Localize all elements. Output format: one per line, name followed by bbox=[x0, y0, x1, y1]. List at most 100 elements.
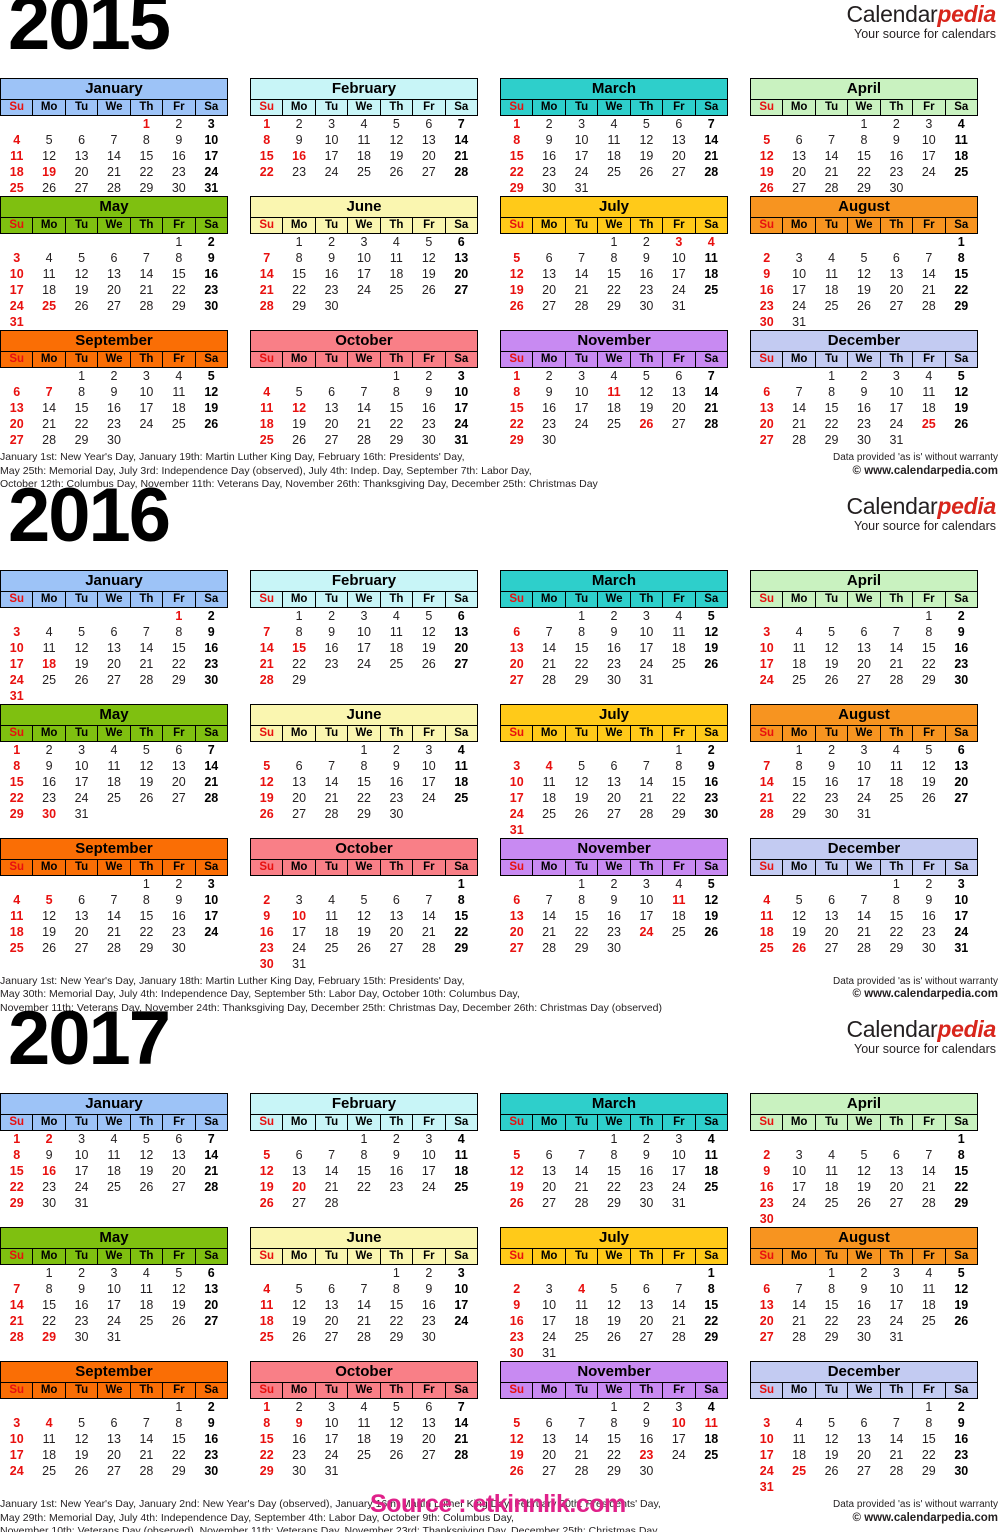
weekday-header-th: Th bbox=[379, 1114, 414, 1131]
day-cell: 20 bbox=[445, 266, 478, 282]
day-cell: 29 bbox=[282, 671, 316, 688]
day-cell-empty bbox=[695, 298, 728, 314]
day-cell: 22 bbox=[945, 282, 978, 298]
day-cell: 7 bbox=[662, 1281, 696, 1297]
day-cell-empty bbox=[912, 1479, 946, 1495]
day-cell: 30 bbox=[630, 1463, 663, 1479]
weekday-header-su: Su bbox=[749, 1114, 784, 1131]
week-row: 28 29 bbox=[250, 671, 478, 688]
weekday-header-su: Su bbox=[249, 217, 284, 234]
copyright-text[interactable]: © www.calendarpedia.com bbox=[833, 1512, 998, 1526]
weekday-header-sa: Sa bbox=[944, 99, 979, 116]
weekday-header-su: Su bbox=[249, 1114, 284, 1131]
weekday-header-fr: Fr bbox=[412, 858, 446, 876]
day-cell: 7 bbox=[445, 1398, 478, 1415]
day-cell: 25 bbox=[880, 789, 913, 806]
day-cell: 7 bbox=[750, 757, 783, 774]
week-row: 1234567 bbox=[0, 741, 228, 758]
day-cell: 17 bbox=[195, 148, 228, 164]
month-cell: January Su Mo Tu We Th Fr Sa 1 2 3 4 5 6 7 8 9 10 11 12 13 1… bbox=[0, 78, 250, 196]
day-cell: 9 bbox=[412, 1281, 446, 1297]
month-table-may: May Su Mo Tu We Th Fr Sa 1 2 3 4 5 6 7 8 9 10 11 12 13 14 15 1… bbox=[0, 1227, 229, 1345]
month-cell: March Su Mo Tu We Th Fr Sa 1 2 3 4 5 6 7 8 9 10 11 12 13 14 1… bbox=[499, 1093, 750, 1227]
day-cell: 15 bbox=[282, 266, 316, 282]
day-cell: 27 bbox=[315, 1329, 348, 1345]
month-table-april: April Su Mo Tu We Th Fr Sa 1 2 3 4 5 6 7 8 9 10 11 12 13 14 1… bbox=[749, 569, 979, 688]
day-cell: 23 bbox=[532, 164, 566, 180]
week-row: 12 bbox=[500, 741, 728, 758]
weekday-header-we: We bbox=[347, 351, 381, 368]
day-cell: 5 bbox=[162, 1264, 196, 1281]
months-row: September Su Mo Tu We Th Fr Sa 1 2 3 4 5 6 7 8 9 10 11 12 1… bbox=[0, 1361, 1000, 1495]
weekday-header-tu: Tu bbox=[314, 99, 349, 116]
weekday-header-mo: Mo bbox=[32, 1382, 66, 1399]
day-cell: 16 bbox=[315, 639, 348, 656]
day-cell: 3 bbox=[782, 250, 816, 266]
day-cell-empty bbox=[347, 1264, 381, 1281]
day-cell: 3 bbox=[912, 115, 946, 132]
day-cell: 30 bbox=[695, 805, 728, 822]
month-name-header: September bbox=[0, 330, 228, 352]
month-name-header: January bbox=[0, 1093, 228, 1115]
week-row: 12 13 14 15 16 17 18 bbox=[500, 1163, 728, 1179]
week-row: 8 9 10 11 12 13 14 bbox=[0, 1147, 228, 1163]
day-cell: 5 bbox=[347, 891, 381, 908]
day-cell-empty bbox=[315, 1130, 348, 1147]
day-cell: 26 bbox=[250, 1195, 283, 1211]
day-cell-empty bbox=[412, 955, 446, 972]
day-cell: 5 bbox=[695, 607, 728, 624]
week-row: 1234567 bbox=[250, 115, 478, 132]
day-cell-empty bbox=[380, 875, 413, 892]
week-row: 11 12 13 14 15 16 17 bbox=[250, 1297, 478, 1313]
day-cell: 16 bbox=[532, 400, 566, 416]
day-cell: 1 bbox=[0, 741, 33, 758]
day-cell: 18 bbox=[662, 907, 696, 924]
day-cell-empty bbox=[782, 367, 816, 384]
day-cell-empty bbox=[445, 298, 478, 314]
weekday-header-fr: Fr bbox=[162, 858, 196, 876]
day-cell: 30 bbox=[912, 939, 946, 956]
month-table-january: January Su Mo Tu We Th Fr Sa 1 2 3 4 5 6 7 8 9 10 11 12 13 1… bbox=[0, 569, 229, 704]
day-cell: 10 bbox=[500, 773, 533, 790]
day-cell: 17 bbox=[565, 400, 598, 416]
week-row: 3456789 bbox=[0, 623, 228, 640]
day-cell: 10 bbox=[65, 757, 98, 774]
day-cell: 30 bbox=[532, 180, 566, 196]
day-cell: 12 bbox=[847, 266, 881, 282]
day-cell: 29 bbox=[130, 180, 163, 196]
weekday-header-su: Su bbox=[749, 351, 784, 368]
day-cell-empty bbox=[380, 298, 413, 314]
week-row: 31 bbox=[500, 821, 728, 838]
weekday-header-mo: Mo bbox=[532, 858, 566, 876]
day-cell: 3 bbox=[445, 367, 478, 384]
day-cell: 18 bbox=[32, 282, 66, 298]
logo-tagline: Your source for calendars bbox=[854, 27, 996, 41]
day-cell: 15 bbox=[282, 639, 316, 656]
day-cell: 7 bbox=[782, 1281, 816, 1297]
logo-text-pedia: pedia bbox=[937, 1016, 996, 1042]
year-title: 2016 bbox=[8, 472, 171, 558]
day-cell: 26 bbox=[695, 923, 728, 940]
day-cell: 2 bbox=[162, 875, 196, 892]
day-cell: 13 bbox=[412, 132, 446, 148]
week-row: 30 31 bbox=[750, 314, 978, 330]
day-cell: 24 bbox=[782, 1195, 816, 1211]
months-row: May Su Mo Tu We Th Fr Sa 1 2 3 4 5 6 7 8 9 10 11 12 13 14 15 1… bbox=[0, 196, 1000, 330]
day-cell: 24 bbox=[412, 1179, 446, 1195]
day-cell: 10 bbox=[662, 1415, 696, 1431]
weekday-header-fr: Fr bbox=[162, 590, 196, 608]
day-cell: 21 bbox=[815, 164, 848, 180]
copyright-text[interactable]: © www.calendarpedia.com bbox=[833, 465, 998, 479]
day-cell-empty bbox=[695, 671, 728, 688]
day-cell: 28 bbox=[880, 671, 913, 688]
weekday-header-tu: Tu bbox=[814, 1248, 849, 1265]
weekday-header-sa: Sa bbox=[944, 217, 979, 234]
day-cell: 4 bbox=[445, 1130, 478, 1147]
week-row: 3456789 bbox=[0, 250, 228, 266]
weekday-header-sa: Sa bbox=[694, 1382, 729, 1399]
copyright-text[interactable]: © www.calendarpedia.com bbox=[833, 988, 998, 1002]
month-name-header: December bbox=[750, 330, 978, 352]
day-cell-empty bbox=[880, 1479, 913, 1495]
day-cell: 6 bbox=[195, 1264, 228, 1281]
week-row: 5 6 7 8 9 10 11 bbox=[500, 1147, 728, 1163]
